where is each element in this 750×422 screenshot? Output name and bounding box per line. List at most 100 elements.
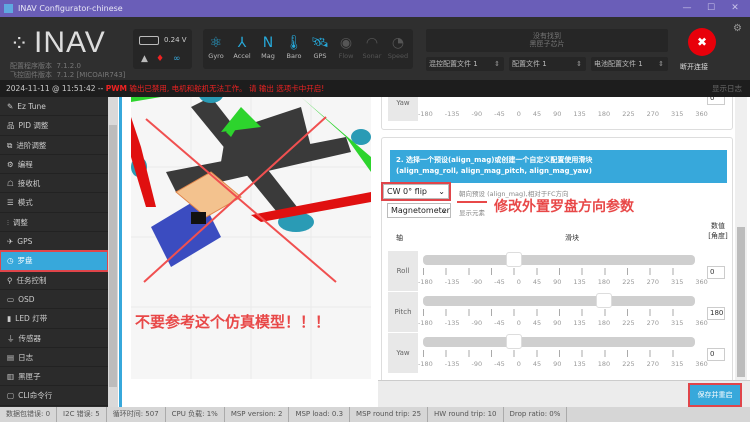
led-icon: ▮ xyxy=(7,314,12,324)
gps-icon: ✈ xyxy=(7,237,14,247)
tick-label: 0 xyxy=(516,319,521,327)
tick-label: 45 xyxy=(532,319,542,327)
title-bar: INAV Configurator-chinese — ☐ ✕ xyxy=(0,0,750,17)
roll-slider[interactable] xyxy=(423,252,695,267)
tick-label: 45 xyxy=(532,110,542,118)
element-description: 显示元素 xyxy=(459,209,485,217)
show-log-link[interactable]: 显示日志 xyxy=(712,80,742,97)
yaw-slider[interactable] xyxy=(423,334,695,349)
sensor-gyro: ⚛ Gyro xyxy=(203,29,229,69)
tick-label: 180 xyxy=(597,319,611,327)
profile-select[interactable]: 配置文件 1 ⇕ xyxy=(509,57,586,71)
divider xyxy=(119,97,122,407)
sidebar-item-0[interactable]: ✎ Ez Tune xyxy=(0,97,108,117)
quad-logo-icon: ⁘ xyxy=(10,32,29,57)
content-scrollbar[interactable] xyxy=(735,97,747,380)
app-icon xyxy=(4,4,13,13)
sidebar-item-10[interactable]: ▭ OSD xyxy=(0,290,108,310)
tick-label: 180 xyxy=(597,110,611,118)
slider-thumb[interactable] xyxy=(505,252,522,267)
sidebar-item-8[interactable]: ◷ 罗盘 xyxy=(0,250,109,272)
sidebar-item-3[interactable]: ⚙ 编程 xyxy=(0,155,108,175)
sensor-sonar: ◠ Sonar xyxy=(359,29,385,69)
status-item: MSP version: 2 xyxy=(225,407,290,422)
tick-label: 90 xyxy=(553,110,562,118)
element-select[interactable]: Magnetometer ⌄ xyxy=(387,203,451,218)
tick-label: 225 xyxy=(622,319,635,327)
sidebar-item-label: GPS xyxy=(17,237,33,247)
mag-icon: N xyxy=(262,35,274,51)
axis-label-roll: Roll xyxy=(388,251,418,291)
gyro-icon: ⚛ xyxy=(209,35,223,51)
yaw-value-input[interactable]: 0 xyxy=(707,97,725,105)
status-item: 数据包错误: 0 xyxy=(0,407,58,422)
arrow-icon xyxy=(457,201,487,203)
sidebar-item-15[interactable]: ▢ CLI命令行 xyxy=(0,386,108,406)
tick-label: 0 xyxy=(516,110,521,118)
gear-icon[interactable]: ⚙ xyxy=(733,23,742,34)
save-and-reboot-button[interactable]: 保存并重启 xyxy=(688,383,742,407)
tick-marks xyxy=(423,268,695,275)
status-item: HW round trip: 10 xyxy=(428,407,504,422)
sidebar-item-1[interactable]: 品 PID 调整 xyxy=(0,116,108,136)
sidebar-item-6[interactable]: ⫶ 调整 xyxy=(0,213,108,233)
tick-label: -180 xyxy=(418,110,433,118)
slider-thumb[interactable] xyxy=(505,334,522,349)
previous-section: Yaw -180 -135 -90 -45 0 45 90 135 180 225 270 315 36… xyxy=(381,97,733,130)
tick-label: 90 xyxy=(553,278,562,286)
updown-icon: ⇕ xyxy=(576,60,582,68)
section-header: 2. 选择一个预设(align_mag)或创建一个自定义配置使用滑块 (align… xyxy=(390,150,727,183)
tick-label: -180 xyxy=(418,278,433,286)
compass-icon: ◷ xyxy=(7,256,14,266)
sidebar-item-label: 接收机 xyxy=(17,179,41,189)
sidebar-item-14[interactable]: ▥ 黑匣子 xyxy=(0,367,108,387)
pitch-slider[interactable] xyxy=(423,293,695,308)
pitch-value-input[interactable]: 180 xyxy=(707,307,725,320)
wand-icon: ✎ xyxy=(7,102,14,111)
tick-label: -45 xyxy=(494,278,505,286)
osd-icon: ▭ xyxy=(7,294,15,304)
slider-thumb[interactable] xyxy=(596,293,613,308)
tick-label: -180 xyxy=(418,360,433,368)
receiver-icon: ☖ xyxy=(7,179,14,189)
roll-value-input[interactable]: 0 xyxy=(707,266,725,279)
mixer-profile-select[interactable]: 混控配置文件 1 ⇕ xyxy=(426,57,504,71)
battery-profile-value: 电池配置文件 1 xyxy=(594,60,643,68)
disconnect-usb-icon[interactable]: ✖ xyxy=(688,28,716,56)
sidebar-item-label: 罗盘 xyxy=(17,256,33,266)
axis-label-yaw: Yaw xyxy=(388,333,418,373)
scrollbar-thumb[interactable] xyxy=(737,227,745,377)
tick-label: 360 xyxy=(695,278,708,286)
cli-icon: ▢ xyxy=(7,391,15,401)
sidebar-scrollbar[interactable] xyxy=(108,97,118,407)
adjust-icon: ⫶ xyxy=(7,217,9,227)
sidebar-item-2[interactable]: ⧉ 进阶调整 xyxy=(0,136,108,155)
disconnect-label[interactable]: 断开连接 xyxy=(680,62,708,72)
tick-label: 45 xyxy=(532,360,542,368)
tick-labels: -180 -135 -90 -45 0 45 90 135 180 225 270 315 360 xyxy=(418,319,708,327)
align-preset-select[interactable]: CW 0° flip ⌄ xyxy=(381,182,451,201)
sidebar-item-7[interactable]: ✈ GPS xyxy=(0,232,108,252)
battery-profile-select[interactable]: 电池配置文件 1 ⇕ xyxy=(591,57,668,71)
sidebar-item-13[interactable]: ▤ 日志 xyxy=(0,348,108,368)
modes-icon: ☰ xyxy=(7,198,14,208)
sidebar-item-4[interactable]: ☖ 接收机 xyxy=(0,174,108,194)
log-pwm: PWM xyxy=(105,84,127,93)
close-button[interactable]: ✕ xyxy=(720,0,750,17)
sidebar-item-11[interactable]: ▮ LED 灯带 xyxy=(0,309,108,329)
scrollbar-thumb[interactable] xyxy=(109,125,117,387)
sensor-label: GPS xyxy=(313,52,327,60)
chevron-down-icon: ⌄ xyxy=(438,187,445,196)
tick-label: -45 xyxy=(494,360,505,368)
sidebar-item-9[interactable]: ⚲ 任务控制 xyxy=(0,271,108,290)
tick-label: 90 xyxy=(553,319,562,327)
log-bar: 2024-11-11 @ 11:51:42 -- PWM 输出已禁用, 电机和舵… xyxy=(0,80,750,97)
tick-label: -90 xyxy=(471,360,483,368)
pid-icon: 品 xyxy=(7,121,15,131)
yaw-value-input[interactable]: 0 xyxy=(707,348,725,361)
sidebar-item-12[interactable]: ⏚ 传感器 xyxy=(0,329,108,348)
sidebar-item-label: 传感器 xyxy=(18,333,42,343)
sensor-flow: ◉ Flow xyxy=(333,29,359,69)
tick-label: 360 xyxy=(695,360,708,368)
sidebar-item-5[interactable]: ☰ 模式 xyxy=(0,193,108,213)
